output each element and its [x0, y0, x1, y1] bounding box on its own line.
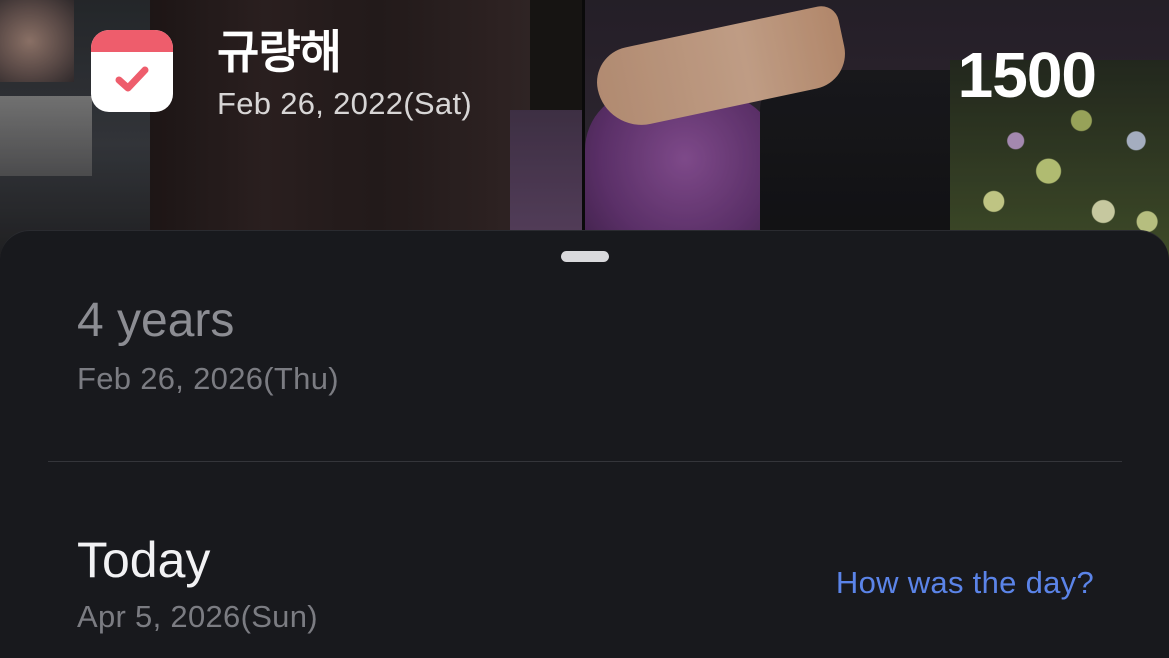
day-count: 1500	[957, 39, 1097, 111]
event-title: 규량해	[217, 25, 342, 79]
today-label: Today	[77, 532, 211, 588]
how-was-the-day-link[interactable]: How was the day?	[836, 565, 1094, 601]
milestone-label: 4 years	[77, 294, 235, 347]
sheet-grabber-handle[interactable]	[561, 251, 609, 262]
today-date: Apr 5, 2026(Sun)	[77, 599, 318, 634]
screen: 규량해 Feb 26, 2022(Sat) 1500 4 years Feb 2…	[0, 0, 1169, 658]
calendar-check-icon	[91, 30, 173, 112]
header: 규량해 Feb 26, 2022(Sat) 1500	[0, 0, 1169, 262]
divider	[48, 461, 1122, 462]
bottom-sheet: 4 years Feb 26, 2026(Thu) Today Apr 5, 2…	[0, 230, 1169, 658]
milestone-date: Feb 26, 2026(Thu)	[77, 361, 339, 396]
event-start-date: Feb 26, 2022(Sat)	[217, 86, 472, 121]
